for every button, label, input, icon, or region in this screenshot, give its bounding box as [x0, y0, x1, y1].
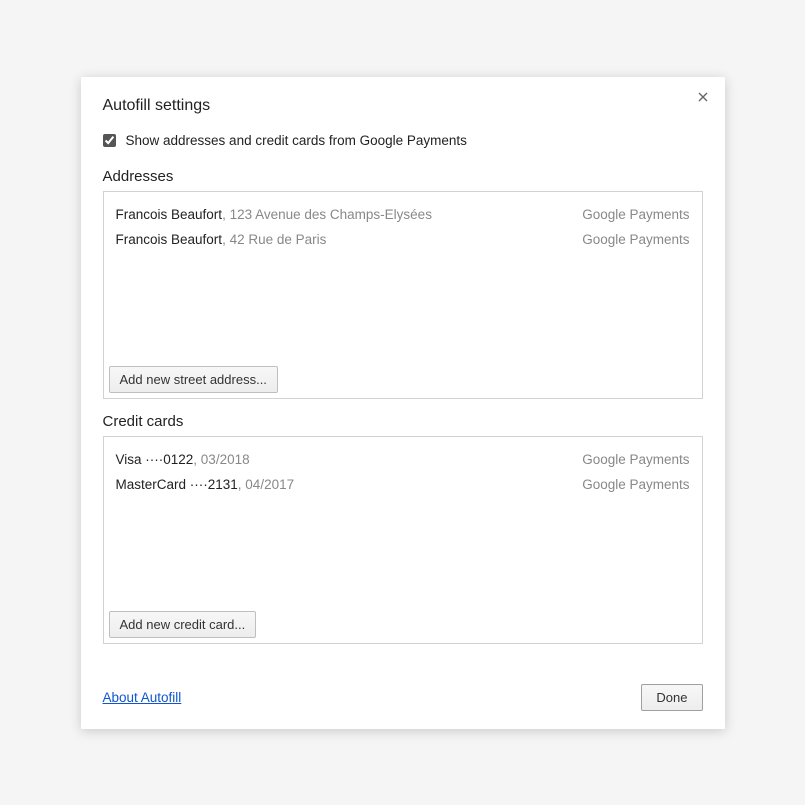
address-item[interactable]: Francois Beaufort , 42 Rue de Paris Goog…: [116, 227, 690, 252]
addresses-list-box: Francois Beaufort , 123 Avenue des Champ…: [103, 191, 703, 399]
credit-cards-list: Visa ····0122 , 03/2018 Google Payments …: [104, 437, 702, 507]
card-source: Google Payments: [582, 452, 689, 467]
show-google-payments-row: Show addresses and credit cards from Goo…: [103, 133, 703, 148]
done-button[interactable]: Done: [641, 684, 702, 711]
card-detail: , 03/2018: [193, 452, 249, 467]
dialog-title: Autofill settings: [103, 97, 703, 115]
addresses-list: Francois Beaufort , 123 Avenue des Champ…: [104, 192, 702, 262]
card-detail: , 04/2017: [238, 477, 294, 492]
about-autofill-link[interactable]: About Autofill: [103, 690, 182, 705]
dialog-footer: About Autofill Done: [103, 684, 703, 711]
address-source: Google Payments: [582, 232, 689, 247]
card-name: MasterCard ····2131: [116, 477, 238, 492]
card-name: Visa ····0122: [116, 452, 194, 467]
add-credit-card-button[interactable]: Add new credit card...: [109, 611, 257, 638]
address-item[interactable]: Francois Beaufort , 123 Avenue des Champ…: [116, 202, 690, 227]
address-source: Google Payments: [582, 207, 689, 222]
credit-card-item[interactable]: Visa ····0122 , 03/2018 Google Payments: [116, 447, 690, 472]
credit-cards-heading: Credit cards: [103, 413, 703, 430]
address-name: Francois Beaufort: [116, 207, 223, 222]
address-detail: , 42 Rue de Paris: [222, 232, 326, 247]
card-source: Google Payments: [582, 477, 689, 492]
show-google-payments-checkbox[interactable]: [103, 134, 116, 147]
add-address-button[interactable]: Add new street address...: [109, 366, 278, 393]
show-google-payments-label: Show addresses and credit cards from Goo…: [126, 133, 467, 148]
addresses-heading: Addresses: [103, 168, 703, 185]
credit-cards-list-box: Visa ····0122 , 03/2018 Google Payments …: [103, 436, 703, 644]
credit-card-item[interactable]: MasterCard ····2131 , 04/2017 Google Pay…: [116, 472, 690, 497]
address-detail: , 123 Avenue des Champs-Elysées: [222, 207, 432, 222]
address-name: Francois Beaufort: [116, 232, 223, 247]
close-icon[interactable]: [695, 89, 711, 105]
autofill-settings-dialog: Autofill settings Show addresses and cre…: [81, 77, 725, 729]
